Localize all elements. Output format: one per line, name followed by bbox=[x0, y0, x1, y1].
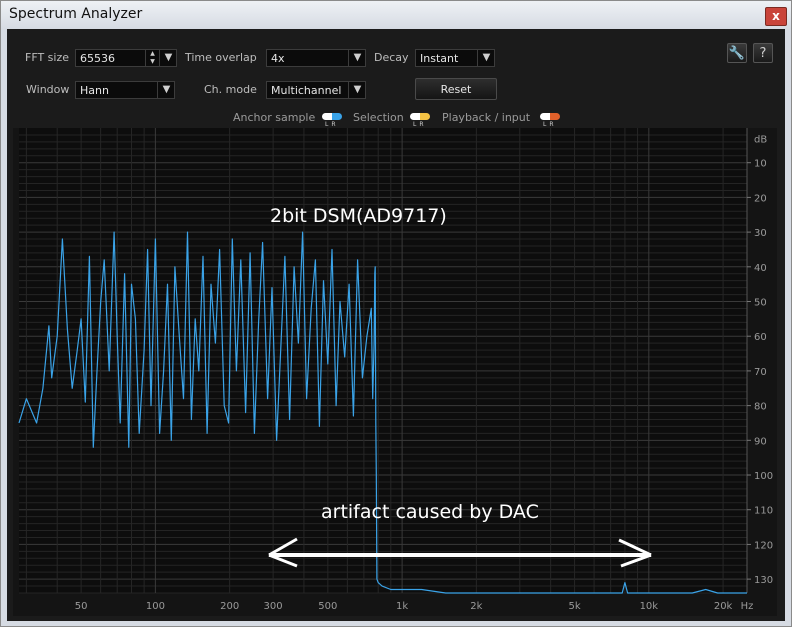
x-tick-label: 500 bbox=[318, 601, 337, 612]
y-tick-label: 70 bbox=[754, 367, 767, 378]
anchor-sample-legend-label: Anchor sample bbox=[233, 111, 316, 124]
chevron-down-icon[interactable]: ▼ bbox=[348, 81, 366, 99]
selection-legend-label: Selection bbox=[353, 111, 404, 124]
window-title: Spectrum Analyzer bbox=[9, 6, 143, 22]
anchor-lr: LR bbox=[325, 121, 339, 128]
y-unit-label: dB bbox=[754, 134, 767, 145]
x-tick-label: 50 bbox=[75, 601, 88, 612]
x-unit-label: Hz bbox=[741, 601, 754, 612]
ch-mode-value: Multichannel bbox=[271, 84, 342, 97]
decay-select[interactable]: Instant ▼ bbox=[415, 49, 495, 67]
ch-mode-label: Ch. mode bbox=[204, 83, 257, 96]
y-tick-label: 50 bbox=[754, 298, 767, 309]
annotation-title: 2bit DSM(AD9717) bbox=[270, 205, 447, 227]
chevron-down-icon[interactable]: ▼ bbox=[348, 49, 366, 67]
window-label: Window bbox=[26, 83, 70, 96]
anchor-sample-swatch bbox=[322, 113, 342, 120]
selection-swatch bbox=[410, 113, 430, 120]
fft-size-label: FFT size bbox=[25, 51, 70, 64]
x-tick-label: 200 bbox=[220, 601, 239, 612]
x-tick-label: 2k bbox=[470, 601, 482, 612]
x-tick-label: 5k bbox=[568, 601, 580, 612]
selection-lr: LR bbox=[413, 121, 427, 128]
y-tick-label: 40 bbox=[754, 263, 767, 274]
annotation-artifact: artifact caused by DAC bbox=[321, 501, 539, 523]
fft-size-select[interactable]: 65536 ▲ ▼ ▼ bbox=[75, 49, 177, 67]
window-select[interactable]: Hann ▼ bbox=[75, 81, 175, 99]
decay-value: Instant bbox=[420, 52, 459, 65]
wrench-icon[interactable]: 🔧 bbox=[727, 43, 747, 63]
y-tick-label: 80 bbox=[754, 402, 767, 413]
reset-button[interactable]: Reset bbox=[415, 78, 497, 100]
time-overlap-label: Time overlap bbox=[185, 51, 257, 64]
x-tick-label: 20k bbox=[714, 601, 733, 612]
playback-legend-label: Playback / input bbox=[442, 111, 531, 124]
help-button[interactable]: ? bbox=[753, 43, 773, 63]
playback-lr: LR bbox=[543, 121, 557, 128]
x-tick-label: 1k bbox=[396, 601, 408, 612]
y-tick-label: 90 bbox=[754, 436, 767, 447]
time-overlap-value: 4x bbox=[271, 52, 285, 65]
x-tick-label: 100 bbox=[146, 601, 165, 612]
spectrum-analyzer-window: Spectrum Analyzer x FFT size 65536 ▲ ▼ ▼ … bbox=[0, 0, 792, 627]
ch-mode-select[interactable]: Multichannel ▼ bbox=[266, 81, 366, 99]
playback-swatch bbox=[540, 113, 560, 120]
y-tick-label: 20 bbox=[754, 193, 767, 204]
y-tick-label: 60 bbox=[754, 332, 767, 343]
y-tick-label: 130 bbox=[754, 575, 773, 586]
time-overlap-select[interactable]: 4x ▼ bbox=[266, 49, 366, 67]
chevron-down-icon[interactable]: ▼ bbox=[477, 49, 495, 67]
y-tick-label: 110 bbox=[754, 506, 773, 517]
y-tick-label: 30 bbox=[754, 228, 767, 239]
y-tick-label: 10 bbox=[754, 159, 767, 170]
spectrum-chart[interactable]: dB 10 20 30 40 50 60 70 80 90 100 110 120 130 50 100 20… bbox=[13, 128, 777, 616]
chevron-down-icon[interactable]: ▼ bbox=[159, 49, 177, 67]
x-tick-label: 300 bbox=[264, 601, 283, 612]
y-tick-label: 100 bbox=[754, 471, 773, 482]
fft-size-stepper-icon[interactable]: ▲ ▼ bbox=[145, 49, 159, 67]
fft-size-value: 65536 bbox=[80, 52, 115, 65]
title-bar[interactable]: Spectrum Analyzer x bbox=[1, 1, 791, 29]
y-tick-label: 120 bbox=[754, 540, 773, 551]
x-tick-label: 10k bbox=[640, 601, 659, 612]
window-value: Hann bbox=[80, 84, 109, 97]
chevron-down-icon[interactable]: ▼ bbox=[157, 81, 175, 99]
decay-label: Decay bbox=[374, 51, 409, 64]
close-button[interactable]: x bbox=[765, 7, 787, 26]
